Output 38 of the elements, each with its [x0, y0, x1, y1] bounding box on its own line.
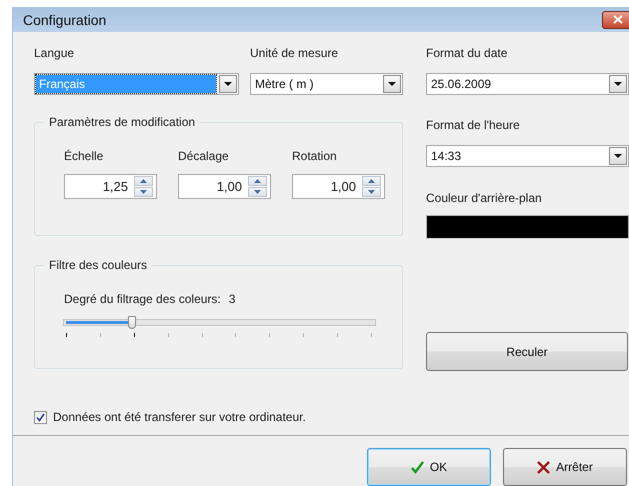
down-arrow-icon — [254, 190, 261, 194]
slider-label: Degré du filtrage des coleurs: — [64, 292, 221, 306]
down-arrow-icon — [368, 190, 375, 194]
field-label: Format de l'heure — [426, 118, 521, 133]
slider-value: 3 — [228, 292, 236, 306]
checkbox-label: Données ont été transferer sur votre ordinateur. — [53, 410, 306, 424]
dropdown[interactable]: Mètre ( m ) — [250, 73, 403, 95]
field-label: Langue — [34, 46, 76, 61]
up-arrow-icon — [368, 179, 375, 183]
checkbox[interactable] — [34, 410, 47, 424]
caret-icon — [614, 82, 622, 86]
number-field[interactable]: 1,00 — [292, 174, 385, 199]
reset-button[interactable]: Reculer — [426, 332, 628, 371]
check-icon — [410, 460, 424, 474]
field-label: Unité de mesure — [250, 46, 340, 61]
close-icon — [612, 15, 622, 24]
down-arrow-icon — [140, 190, 147, 194]
number-field[interactable]: 1,00 — [178, 174, 271, 199]
field-label: Rotation — [292, 149, 338, 164]
field-label: Couleur d'arrière-plan — [426, 191, 543, 206]
slider[interactable] — [63, 319, 376, 326]
caret-icon — [224, 82, 232, 86]
up-arrow-icon — [140, 179, 147, 183]
ok-button[interactable]: OK — [367, 448, 491, 486]
dropdown[interactable]: 14:33 — [426, 145, 629, 167]
number-field[interactable]: 1,25 — [64, 174, 157, 199]
window-title: Configuration — [23, 12, 106, 28]
color-swatch[interactable] — [426, 215, 629, 239]
caret-icon — [388, 82, 396, 86]
cancel-button[interactable]: Arrêter — [503, 448, 627, 486]
caret-icon — [614, 154, 622, 158]
close-button[interactable] — [602, 10, 629, 28]
field-label: Décalage — [178, 149, 230, 164]
close-icon — [537, 460, 550, 474]
field-label: Format du date — [426, 46, 508, 61]
field-label: Échelle — [64, 149, 104, 164]
up-arrow-icon — [254, 179, 261, 183]
dropdown[interactable]: 25.06.2009 — [426, 73, 629, 95]
